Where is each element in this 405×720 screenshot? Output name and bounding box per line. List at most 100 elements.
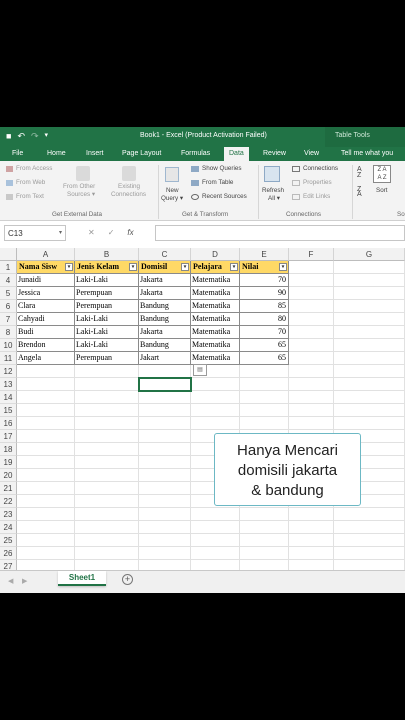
cell[interactable] [240, 365, 289, 378]
cell[interactable] [334, 326, 405, 339]
cell[interactable] [191, 391, 240, 404]
row-header[interactable]: 17 [0, 430, 17, 443]
column-header-g[interactable]: G [334, 248, 405, 261]
table-row-cell[interactable]: Jakarta [139, 274, 191, 287]
cell[interactable] [17, 495, 75, 508]
cell[interactable] [289, 560, 334, 570]
cell[interactable] [17, 456, 75, 469]
table-row-cell[interactable]: Matematika [191, 274, 240, 287]
cell[interactable] [139, 417, 191, 430]
cell[interactable] [17, 430, 75, 443]
cell[interactable] [289, 404, 334, 417]
table-row-cell[interactable]: Bandung [139, 313, 191, 326]
select-all-corner[interactable] [0, 248, 17, 261]
table-row-cell[interactable]: Perempuan [75, 300, 139, 313]
column-header-f[interactable]: F [289, 248, 334, 261]
cell[interactable] [191, 521, 240, 534]
table-row-cell[interactable]: Matematika [191, 339, 240, 352]
row-header[interactable]: 23 [0, 508, 17, 521]
cell[interactable] [334, 300, 405, 313]
table-row-cell[interactable]: Perempuan [75, 287, 139, 300]
cell[interactable] [289, 300, 334, 313]
cell[interactable] [289, 352, 334, 365]
cell[interactable] [17, 482, 75, 495]
row-header[interactable]: 20 [0, 469, 17, 482]
tab-review[interactable]: Review [263, 150, 286, 157]
chevron-down-icon[interactable]: ▾ [59, 229, 62, 236]
filter-dropdown-icon[interactable]: ▾ [129, 263, 137, 271]
cell[interactable] [289, 378, 334, 391]
cell[interactable] [75, 547, 139, 560]
cell[interactable] [17, 365, 75, 378]
column-header-c[interactable]: C [139, 248, 191, 261]
table-row-cell[interactable]: 65 [240, 352, 289, 365]
cell[interactable] [75, 482, 139, 495]
tab-view[interactable]: View [304, 150, 319, 157]
cell[interactable] [289, 365, 334, 378]
cell[interactable] [334, 560, 405, 570]
connections-button[interactable]: Connections [303, 165, 338, 172]
cell[interactable] [334, 274, 405, 287]
row-header[interactable]: 10 [0, 339, 17, 352]
row-header[interactable]: 18 [0, 443, 17, 456]
cell[interactable] [75, 521, 139, 534]
filter-active-icon[interactable]: ▾ [181, 263, 189, 271]
row-header[interactable]: 4 [0, 274, 17, 287]
cell[interactable] [334, 378, 405, 391]
cell[interactable] [17, 508, 75, 521]
cell[interactable] [240, 547, 289, 560]
cell[interactable] [75, 443, 139, 456]
tab-home[interactable]: Home [47, 150, 66, 157]
cell[interactable] [334, 352, 405, 365]
existing-connections-button[interactable]: Existing [118, 183, 140, 190]
refresh-all-button[interactable]: Refresh [262, 187, 284, 194]
cell[interactable] [289, 508, 334, 521]
table-row-cell[interactable]: Bandung [139, 339, 191, 352]
formula-input[interactable] [155, 225, 405, 241]
cell[interactable] [240, 534, 289, 547]
cell[interactable] [334, 339, 405, 352]
table-row-cell[interactable]: Matematika [191, 313, 240, 326]
cell[interactable] [139, 469, 191, 482]
cell[interactable] [240, 508, 289, 521]
cell[interactable] [17, 560, 75, 570]
cell[interactable] [75, 456, 139, 469]
cell[interactable] [289, 287, 334, 300]
table-row-cell[interactable]: Perempuan [75, 352, 139, 365]
cell[interactable] [240, 404, 289, 417]
cell[interactable] [139, 482, 191, 495]
table-header-cell[interactable]: Nama Sisw ▾ [17, 261, 75, 274]
cell[interactable] [334, 261, 405, 274]
cell[interactable] [139, 508, 191, 521]
cell[interactable] [17, 404, 75, 417]
row-header[interactable]: 26 [0, 547, 17, 560]
table-row-cell[interactable]: Laki-Laki [75, 274, 139, 287]
cell[interactable] [75, 508, 139, 521]
cell[interactable] [139, 443, 191, 456]
table-row-cell[interactable]: Laki-Laki [75, 326, 139, 339]
cell[interactable] [334, 547, 405, 560]
table-header-cell[interactable]: Domisil ▾ [139, 261, 191, 274]
from-access-button[interactable]: From Access [16, 165, 52, 172]
enter-icon[interactable]: ✓ [108, 228, 115, 237]
cell[interactable] [139, 547, 191, 560]
row-header[interactable]: 1 [0, 261, 17, 274]
cell[interactable] [334, 417, 405, 430]
cell[interactable] [75, 469, 139, 482]
from-table-button[interactable]: From Table [202, 179, 233, 186]
cell[interactable] [289, 391, 334, 404]
cell[interactable] [240, 521, 289, 534]
cell[interactable] [191, 508, 240, 521]
table-row-cell[interactable]: Matematika [191, 300, 240, 313]
cell[interactable] [75, 430, 139, 443]
row-header[interactable]: 14 [0, 391, 17, 404]
row-header[interactable]: 19 [0, 456, 17, 469]
cell[interactable] [75, 391, 139, 404]
cell[interactable] [139, 404, 191, 417]
save-icon[interactable]: ■ [6, 131, 11, 141]
cell[interactable] [139, 534, 191, 547]
row-header[interactable]: 8 [0, 326, 17, 339]
tab-data[interactable]: Data [224, 147, 249, 161]
cell[interactable] [334, 365, 405, 378]
table-row-cell[interactable]: Jakarta [139, 326, 191, 339]
